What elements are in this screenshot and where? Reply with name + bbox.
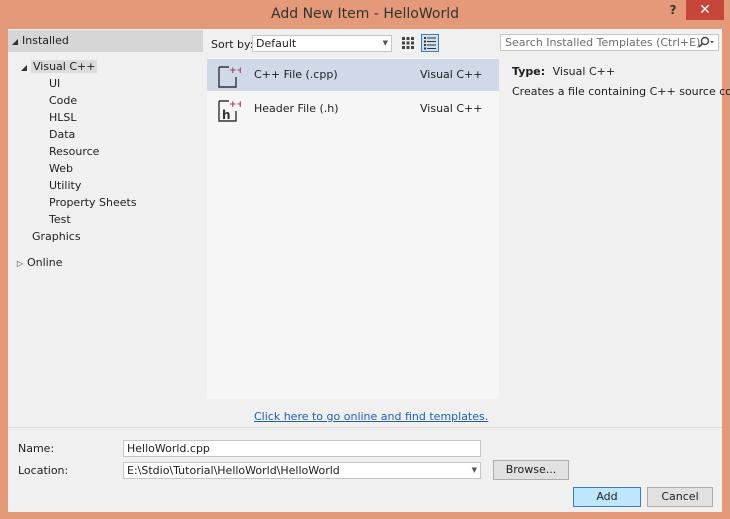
list-item-header-file[interactable]: h ++ Header File (.h) Visual C++	[207, 93, 499, 125]
tree-item-data[interactable]: Data	[49, 126, 75, 143]
type-value: Visual C++	[552, 65, 616, 78]
details-pane: Type: Visual C++ Creates a file containi…	[512, 65, 730, 98]
window-title: Add New Item - HelloWorld	[271, 6, 459, 22]
type-label: Type:	[512, 65, 546, 78]
location-value: E:\Stdio\Tutorial\HelloWorld\HelloWorld	[127, 464, 340, 477]
search-input[interactable]: Search Installed Templates (Ctrl+E)	[500, 34, 719, 51]
tree-item-label: Visual C++	[31, 60, 98, 73]
item-name: C++ File (.cpp)	[254, 68, 338, 81]
location-field[interactable]: E:\Stdio\Tutorial\HelloWorld\HelloWorld …	[123, 462, 481, 479]
caret-right-icon[interactable]: ▷	[13, 255, 27, 272]
cancel-button[interactable]: Cancel	[647, 487, 713, 507]
sort-label: Sort by:	[211, 38, 254, 51]
template-list: ++ C++ File (.cpp) Visual C++ h ++ Heade…	[207, 58, 499, 399]
sort-select[interactable]: Default ▼	[252, 35, 392, 52]
search-placeholder: Search Installed Templates (Ctrl+E)	[505, 36, 701, 49]
list-view-icon[interactable]	[421, 34, 439, 52]
dialog-client: ◢ Installed ◢ Visual C++ UI Code HLSL Data…	[8, 29, 730, 512]
list-item-cpp-file[interactable]: ++ C++ File (.cpp) Visual C++	[207, 59, 499, 91]
bottom-form: Name: HelloWorld.cpp Location: E:\Stdio\…	[8, 427, 722, 512]
name-field[interactable]: HelloWorld.cpp	[123, 440, 481, 457]
tree-item-utility[interactable]: Utility	[49, 177, 81, 194]
type-line: Type: Visual C++	[512, 65, 722, 78]
browse-button[interactable]: Browse...	[493, 460, 569, 480]
dialog-window: Add New Item - HelloWorld ? ✕ ◢ Installed…	[0, 0, 730, 519]
caret-down-icon[interactable]: ◢	[17, 59, 31, 76]
help-button[interactable]: ?	[660, 0, 686, 20]
tree-item-hlsl[interactable]: HLSL	[49, 109, 77, 126]
sort-value: Default	[256, 37, 297, 50]
name-value: HelloWorld.cpp	[127, 442, 210, 455]
svg-text:++: ++	[229, 66, 241, 76]
title-bar[interactable]: Add New Item - HelloWorld ? ✕	[0, 0, 730, 29]
item-name: Header File (.h)	[254, 102, 339, 115]
svg-text:++: ++	[229, 100, 241, 110]
search-icon[interactable]	[697, 36, 715, 52]
header-file-icon: h ++	[217, 97, 244, 126]
tree-item-web[interactable]: Web	[49, 160, 73, 177]
tree-item-graphics[interactable]: Graphics	[32, 228, 81, 245]
caret-down-icon[interactable]: ◢	[8, 31, 22, 53]
online-templates-link[interactable]: Click here to go online and find templat…	[254, 410, 488, 423]
tree-item-label: Installed	[22, 34, 69, 47]
tree-item-label: Online	[27, 256, 63, 269]
tree-item-resource[interactable]: Resource	[49, 143, 99, 160]
location-label: Location:	[18, 464, 69, 477]
item-description: Creates a file containing C++ source cod…	[512, 85, 730, 98]
item-language: Visual C++	[420, 68, 483, 81]
close-button[interactable]: ✕	[686, 0, 724, 20]
tree-item-installed[interactable]: ◢ Installed	[8, 30, 203, 52]
item-language: Visual C++	[420, 102, 483, 115]
svg-text:h: h	[222, 108, 231, 122]
template-tree: ◢ Installed ◢ Visual C++ UI Code HLSL Data…	[8, 29, 203, 427]
chevron-down-icon[interactable]: ▼	[472, 463, 477, 478]
tree-item-code[interactable]: Code	[49, 92, 77, 109]
tree-item-ui[interactable]: UI	[49, 75, 60, 92]
tree-item-online[interactable]: ▷ Online	[13, 254, 63, 272]
name-label: Name:	[18, 442, 55, 455]
add-button[interactable]: Add	[573, 487, 641, 507]
chevron-down-icon: ▼	[382, 39, 388, 47]
cpp-file-icon: ++	[217, 63, 244, 92]
tree-item-property-sheets[interactable]: Property Sheets	[49, 194, 137, 211]
tree-item-visual-cpp[interactable]: ◢ Visual C++	[17, 58, 98, 76]
grid-view-icon[interactable]	[399, 34, 417, 52]
tree-item-test[interactable]: Test	[49, 211, 71, 228]
